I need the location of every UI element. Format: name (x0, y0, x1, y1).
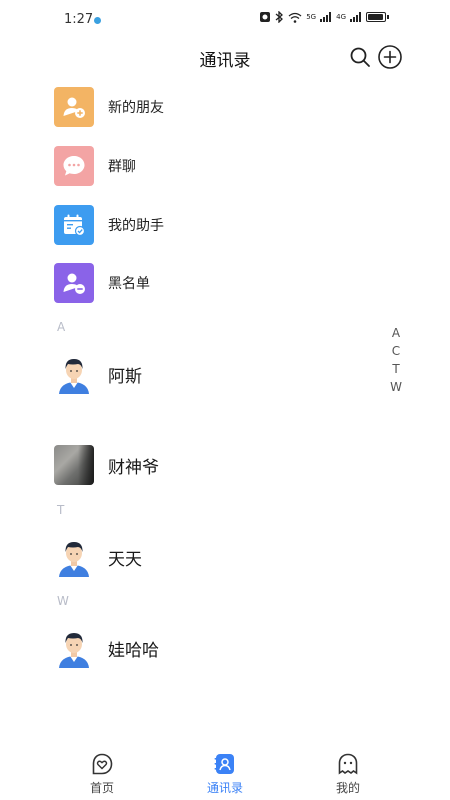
avatar (54, 354, 94, 394)
menu-label: 群聊 (108, 159, 136, 175)
battery-icon (366, 12, 389, 22)
contact-row-wahaha[interactable]: 娃哈哈 (54, 628, 384, 668)
index-letter-a[interactable]: A (392, 324, 400, 342)
search-icon[interactable] (348, 45, 372, 69)
menu-label: 黑名单 (108, 276, 150, 292)
contact-name: 天天 (108, 549, 142, 570)
section-letter-w: W (57, 594, 69, 608)
contact-name: 娃哈哈 (108, 640, 159, 661)
menu-label: 我的助手 (108, 218, 164, 234)
home-heart-icon (92, 753, 113, 775)
nav-label: 首页 (89, 781, 114, 795)
contact-row-asi[interactable]: 阿斯 (54, 354, 384, 394)
status-time: 1:27 (64, 12, 94, 27)
nav-contacts[interactable]: 通讯录 (185, 752, 265, 796)
nav-home[interactable]: 首页 (62, 752, 142, 796)
block-user-icon (54, 263, 94, 303)
signal-icon-2 (350, 12, 361, 22)
bottom-nav: 首页 通讯录 我的 (0, 748, 450, 800)
section-letter-a: A (57, 320, 66, 334)
header: 通讯录 (0, 38, 450, 76)
ghost-profile-icon (338, 753, 358, 775)
index-letter-t[interactable]: T (392, 360, 399, 378)
status-icons: 5G 4G (259, 11, 389, 23)
section-letter-t: T (57, 503, 65, 517)
menu-group-chat[interactable]: 群聊 (54, 146, 394, 186)
calendar-check-icon (54, 205, 94, 245)
index-letter-w[interactable]: W (390, 378, 402, 396)
avatar (54, 537, 94, 577)
add-friend-icon (54, 87, 94, 127)
wifi-icon (288, 12, 302, 23)
index-letter-c[interactable]: C (392, 342, 400, 360)
nav-label: 我的 (335, 781, 360, 795)
status-bar: 1:27 5G 4G (0, 0, 450, 40)
contact-row-caishenye[interactable]: 财神爷 (54, 445, 384, 485)
nav-label: 通讯录 (206, 781, 243, 795)
alarm-icon (260, 12, 271, 22)
contacts-icon (214, 754, 234, 774)
menu-new-friends[interactable]: 新的朋友 (54, 87, 394, 127)
contact-name: 阿斯 (108, 366, 142, 387)
notification-dot (94, 17, 101, 24)
signal-icon (320, 12, 332, 22)
menu-blacklist[interactable]: 黑名单 (54, 263, 394, 303)
chat-bubble-icon (54, 146, 94, 186)
menu-my-assistant[interactable]: 我的助手 (54, 205, 394, 245)
contact-name: 财神爷 (108, 457, 159, 478)
network-4g-label: 4G (336, 13, 346, 21)
avatar (54, 445, 94, 485)
contact-row-tiantian[interactable]: 天天 (54, 537, 384, 577)
nav-profile[interactable]: 我的 (308, 752, 388, 796)
network-5g-label: 5G (306, 13, 317, 21)
alphabet-index-bar[interactable]: A C T W (388, 324, 404, 396)
plus-circle-icon[interactable] (377, 44, 403, 70)
bluetooth-icon (275, 11, 284, 23)
avatar (54, 628, 94, 668)
menu-label: 新的朋友 (108, 100, 164, 116)
